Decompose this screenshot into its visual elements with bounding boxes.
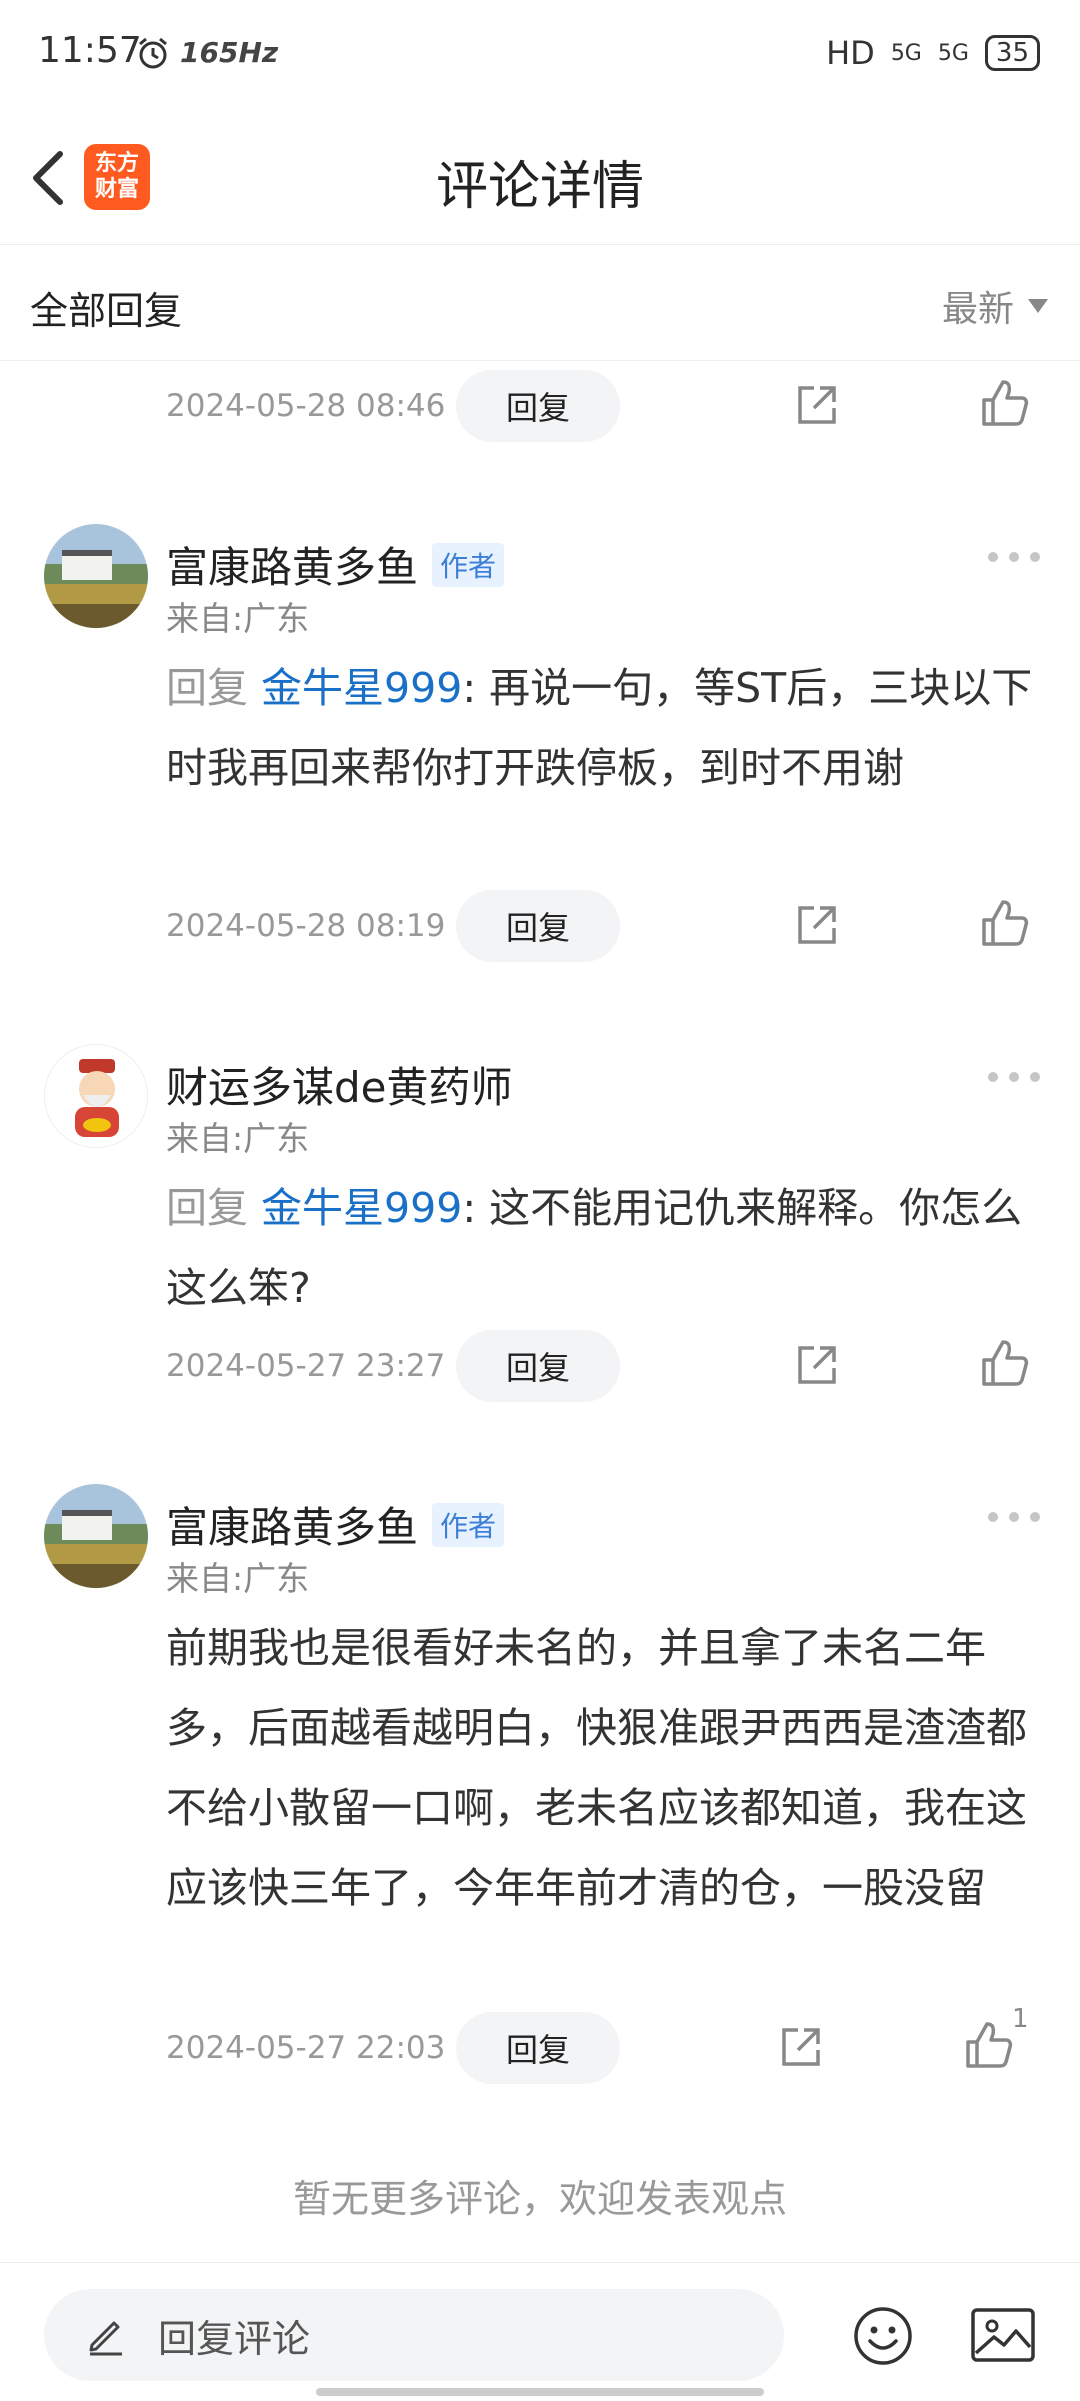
comment-author[interactable]: 富康路黄多鱼 作者 — [166, 534, 505, 595]
page-title: 评论详情 — [435, 157, 644, 217]
sort-down-icon — [1028, 299, 1048, 313]
avatar[interactable] — [44, 1484, 148, 1588]
comment-date: 2024-05-27 22:03 — [166, 2030, 446, 2066]
comment-date: 2024-05-28 08:19 — [166, 908, 446, 944]
bottom-bar: 回复评论 — [0, 2262, 1080, 2401]
comment-date: 2024-05-27 23:27 — [166, 1348, 446, 1384]
reply-prefix: 回复 — [166, 664, 248, 712]
header: 东方 财富 评论详情 — [0, 110, 1080, 245]
sort-dropdown[interactable]: 最新 — [942, 280, 1048, 332]
comment-actions: 2024-05-28 08:46 回复 — [166, 370, 1050, 442]
comment-date: 2024-05-28 08:46 — [166, 388, 446, 424]
comment-actions: 2024-05-27 23:27 回复 — [166, 1330, 1050, 1402]
comment-actions: 2024-05-27 22:03 回复 1 — [166, 2004, 1050, 2084]
comment-author[interactable]: 财运多谋de黄药师 — [166, 1054, 513, 1115]
share-icon[interactable] — [794, 1342, 840, 1388]
author-name: 富康路黄多鱼 — [166, 543, 419, 592]
location-label: 来自:广东 — [166, 599, 310, 638]
more-icon[interactable] — [988, 1072, 1040, 1084]
share-icon[interactable] — [778, 2024, 824, 2070]
home-indicator[interactable] — [316, 2388, 764, 2396]
author-name: 富康路黄多鱼 — [166, 1503, 419, 1552]
no-more-comments-note: 暂无更多评论，欢迎发表观点 — [292, 2177, 787, 2221]
comment-actions: 2024-05-28 08:19 回复 — [166, 890, 1050, 962]
status-time: 11:57 — [38, 30, 142, 71]
avatar[interactable] — [44, 1044, 148, 1148]
pen-icon — [89, 2321, 122, 2356]
like-icon[interactable] — [964, 2020, 1014, 2070]
more-icon[interactable] — [988, 1512, 1040, 1524]
reply-button[interactable]: 回复 — [456, 1330, 620, 1402]
alarm-icon — [139, 37, 167, 69]
comment-body: 回复 金牛星999: 再说一句，等ST后，三块以下时我再回来帮你打开跌停板，到时… — [166, 648, 1040, 808]
author-name: 财运多谋de黄药师 — [166, 1063, 513, 1112]
comment-author[interactable]: 富康路黄多鱼 作者 — [166, 1494, 505, 1555]
reply-input-placeholder: 回复评论 — [158, 2316, 311, 2361]
mention-link[interactable]: 金牛星999 — [261, 1184, 462, 1232]
like-count: 1 — [1012, 2004, 1029, 2034]
share-icon[interactable] — [794, 902, 840, 948]
reply-button[interactable]: 回复 — [456, 2012, 620, 2084]
comment-body: 回复 金牛星999: 这不能用记仇来解释。你怎么这么笨? — [166, 1168, 1040, 1328]
share-icon[interactable] — [794, 382, 840, 428]
location-label: 来自:广东 — [166, 1119, 310, 1158]
reply-button[interactable]: 回复 — [456, 890, 620, 962]
like-icon[interactable] — [980, 898, 1030, 948]
network-label: HD — [826, 34, 875, 72]
avatar[interactable] — [44, 524, 148, 628]
sort-label: 最新 — [941, 289, 1014, 330]
author-badge: 作者 — [432, 542, 505, 587]
author-badge: 作者 — [432, 1502, 505, 1547]
comment-text: 前期我也是很看好未名的，并且拿了未名二年多，后面越看越明白，快狠准跟尹西西是渣渣… — [166, 1624, 1027, 1912]
like-icon[interactable] — [980, 378, 1030, 428]
all-replies-label: 全部回复 — [30, 289, 183, 333]
status-right: HD 5G 5G 35 — [826, 34, 1040, 72]
emoji-icon[interactable] — [852, 2305, 914, 2367]
battery-indicator: 35 — [984, 35, 1040, 71]
comment-body: 前期我也是很看好未名的，并且拿了未名二年多，后面越看越明白，快狠准跟尹西西是渣渣… — [166, 1608, 1040, 1928]
reply-button[interactable]: 回复 — [456, 370, 620, 442]
signal-5g-2: 5G — [937, 40, 969, 66]
refresh-rate: 165Hz — [180, 36, 279, 69]
image-icon[interactable] — [970, 2307, 1036, 2363]
signal-5g-1: 5G — [890, 40, 922, 66]
mention-link[interactable]: 金牛星999 — [261, 664, 462, 712]
like-icon[interactable] — [980, 1338, 1030, 1388]
filter-bar: 全部回复 最新 — [0, 244, 1080, 361]
reply-prefix: 回复 — [166, 1184, 248, 1232]
reply-input[interactable]: 回复评论 — [44, 2289, 784, 2381]
status-bar: 11:57 165Hz HD 5G 5G 35 — [0, 0, 1080, 110]
more-icon[interactable] — [988, 552, 1040, 564]
location-label: 来自:广东 — [166, 1559, 310, 1598]
